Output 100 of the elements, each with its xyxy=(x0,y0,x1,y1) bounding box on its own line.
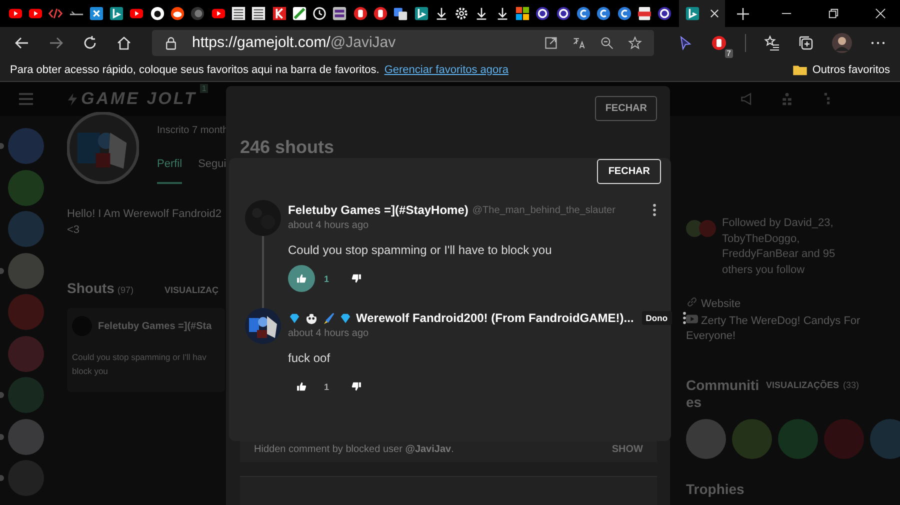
star-icon[interactable] xyxy=(628,36,642,50)
site-icon xyxy=(170,6,186,21)
comment-text: Could you stop spamming or I'll have to block you xyxy=(288,243,553,257)
site-icon xyxy=(393,6,408,21)
address-field[interactable]: https://gamejolt.com/@JaviJav xyxy=(152,30,654,56)
favorites-icon[interactable] xyxy=(764,34,780,50)
refresh-icon[interactable] xyxy=(82,34,98,50)
other-favorites-button[interactable]: Outros favoritos xyxy=(812,64,890,76)
bio-text: <3 xyxy=(67,223,80,238)
zoom-icon[interactable] xyxy=(600,36,614,50)
profile-link[interactable]: Website xyxy=(686,296,876,312)
site-icon xyxy=(576,6,591,21)
close-tab-icon[interactable] xyxy=(710,9,719,18)
site-icon xyxy=(272,6,286,21)
forward-icon[interactable] xyxy=(48,34,64,50)
site-icon xyxy=(515,6,530,21)
collections-icon[interactable] xyxy=(798,34,814,50)
manage-favorites-link[interactable]: Gerenciar favoritos agora xyxy=(384,64,508,76)
close-button[interactable]: FECHAR xyxy=(595,96,657,121)
hidden-comment-text: Hidden comment by blocked user @JaviJav. xyxy=(254,444,454,455)
diamond-icon xyxy=(339,312,352,324)
like-button[interactable] xyxy=(288,265,315,292)
thread-line xyxy=(262,236,264,308)
stop-hand-icon[interactable] xyxy=(711,34,727,50)
open-in-app-icon[interactable] xyxy=(544,36,558,50)
site-icon xyxy=(372,6,388,21)
site-icon xyxy=(596,6,612,21)
site-icon xyxy=(150,6,165,21)
site-icon xyxy=(657,6,672,21)
site-icon xyxy=(332,6,348,21)
comment-text: fuck oof xyxy=(288,351,332,365)
translate-icon[interactable] xyxy=(572,36,586,50)
site-icon xyxy=(28,6,43,21)
like-count: 1 xyxy=(324,274,330,284)
site-icon xyxy=(636,6,652,21)
brush-icon xyxy=(322,312,335,324)
site-icon xyxy=(454,6,470,21)
extension-badge: 7 xyxy=(724,48,733,58)
site-icon xyxy=(109,6,124,21)
dislike-button[interactable] xyxy=(351,273,362,284)
site-icon xyxy=(684,6,700,21)
shout-count: (97) xyxy=(117,285,134,295)
browser-tab[interactable] xyxy=(678,0,725,27)
site-icon xyxy=(190,6,206,21)
home-icon[interactable] xyxy=(116,34,132,50)
section-title: Trophies xyxy=(686,480,746,496)
show-button[interactable]: SHOW xyxy=(612,444,643,455)
site-icon xyxy=(230,6,246,21)
site-icon xyxy=(210,6,226,21)
site-icon xyxy=(88,6,104,21)
close-button[interactable]: FECHAR xyxy=(597,159,661,184)
bio-text: Hello! I Am Werewolf Fandroid2 xyxy=(67,207,222,222)
site-logo[interactable]: GAME JOLT xyxy=(81,89,197,109)
site-icon xyxy=(535,6,550,21)
section-title: Shouts xyxy=(67,280,114,296)
shout-text: block you xyxy=(72,365,108,378)
site-icon xyxy=(414,6,429,21)
site-icon xyxy=(556,6,571,21)
thumbs-down-icon xyxy=(351,273,362,284)
view-all-link[interactable]: VISUALIZAÇÕES xyxy=(766,380,840,390)
site-icon xyxy=(48,6,64,21)
profile-tab[interactable]: Perfil xyxy=(157,158,182,184)
site-icon xyxy=(352,6,368,21)
follower-avatar xyxy=(699,220,716,237)
new-tab-icon[interactable] xyxy=(736,8,749,20)
owner-badge: Dono xyxy=(642,311,672,325)
author-name[interactable]: Feletuby Games =](#StayHome) xyxy=(288,203,468,217)
site-icon xyxy=(312,6,328,21)
profile-link[interactable]: Zerty The WereDog! Candys For Everyone! xyxy=(686,312,876,344)
url-text: https://gamejolt.com/@JaviJav xyxy=(192,34,396,51)
author-name: Feletuby Games =](#Sta xyxy=(98,320,212,332)
dislike-button[interactable] xyxy=(351,381,362,392)
site-icon xyxy=(616,6,632,21)
lock-icon xyxy=(164,36,178,50)
site-icon xyxy=(292,6,307,21)
site-icon xyxy=(129,6,144,21)
back-icon[interactable] xyxy=(14,34,30,50)
more-options-icon[interactable] xyxy=(652,203,657,217)
more-options-icon[interactable] xyxy=(682,311,687,325)
shout-text: Could you stop spamming or I'll hav xyxy=(72,351,206,364)
author-name[interactable]: Werewolf Fandroid200! (From FandroidGAME!)... xyxy=(356,311,634,325)
profile-tab[interactable]: Segui xyxy=(198,158,226,184)
link-icon xyxy=(686,296,698,308)
favorites-bar-message: Para obter acesso rápido, coloque seus favoritos aqui na barra de favoritos. xyxy=(10,64,380,76)
followed-by-text: Followed by David_23, TobyTheDoggo, FreddyFanBear and 95 others you follow xyxy=(722,216,836,278)
folder-icon xyxy=(793,64,808,76)
view-all-link[interactable]: VISUALIZAÇ xyxy=(164,285,218,295)
close-icon[interactable] xyxy=(875,8,886,19)
section-title: Communities xyxy=(686,376,760,410)
username[interactable]: @The_man_behind_the_slauter xyxy=(472,204,616,216)
community-count: (33) xyxy=(843,380,860,390)
profile-avatar-icon[interactable] xyxy=(832,32,852,52)
panda-icon xyxy=(305,312,318,324)
video-icon xyxy=(686,312,698,324)
dialog-title: 246 shouts xyxy=(240,137,336,158)
restore-icon[interactable] xyxy=(828,8,839,19)
site-icon xyxy=(251,6,266,21)
diamond-icon xyxy=(288,312,301,324)
follower-avatar xyxy=(686,220,703,237)
thumbs-up-icon xyxy=(296,381,307,392)
